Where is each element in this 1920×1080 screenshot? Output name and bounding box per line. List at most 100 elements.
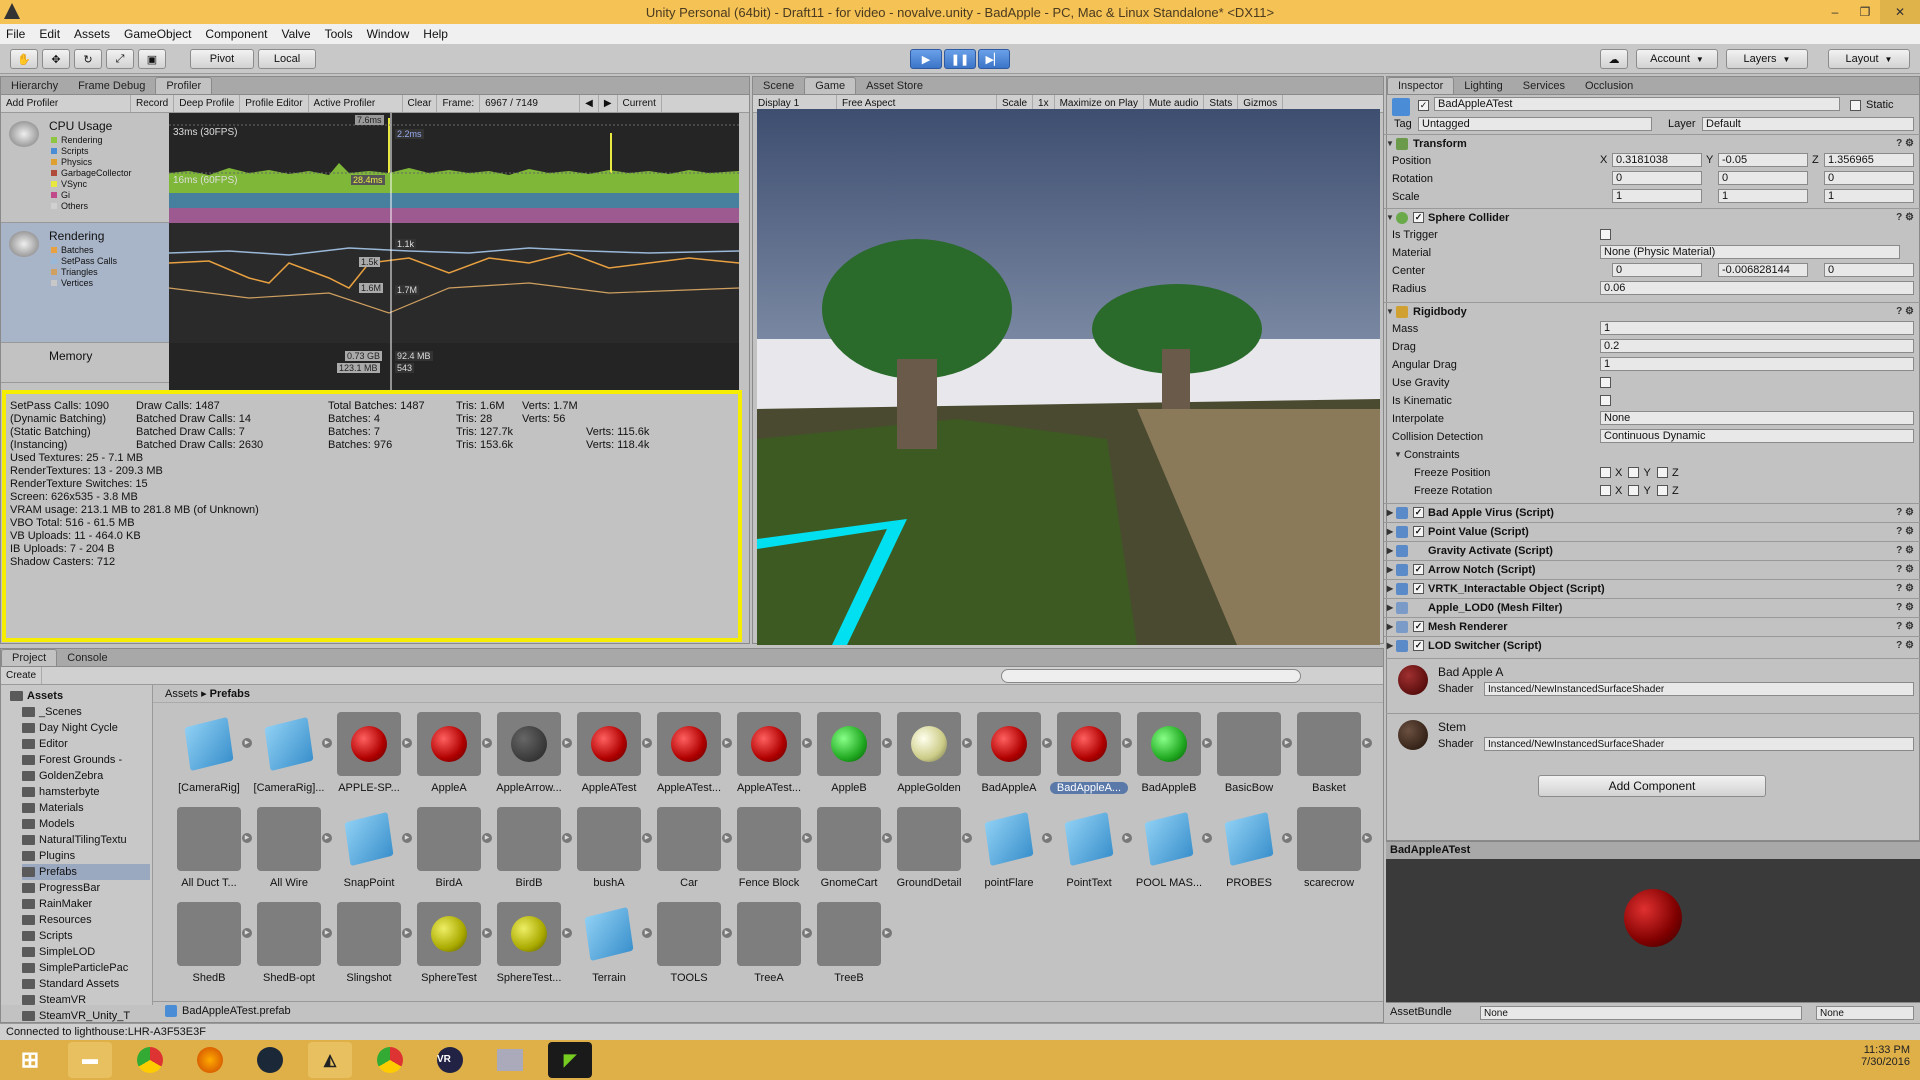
asset-item[interactable]: ▶ TreeA — [730, 898, 812, 990]
position-y-field[interactable]: -0.05 — [1718, 153, 1808, 167]
vr-icon[interactable]: VR — [428, 1042, 472, 1078]
is-trigger-checkbox[interactable] — [1600, 229, 1611, 240]
rotation-z-field[interactable]: 0 — [1824, 171, 1914, 185]
freeze-rotation-checkboxes[interactable]: X Y Z — [1600, 482, 1679, 499]
tree-folder-naturaltilingtextu[interactable]: NaturalTilingTextu — [22, 832, 127, 848]
play-button[interactable]: ▶ — [910, 49, 942, 69]
mesh-renderer-header[interactable]: ▶ ✓ Mesh Renderer? ⚙ — [1384, 617, 1920, 635]
close-button[interactable]: ✕ — [1880, 0, 1920, 24]
material-stem[interactable]: Stem Shader Instanced/NewInstancedSurfac… — [1386, 713, 1920, 765]
scale-x-field[interactable]: 1 — [1612, 189, 1702, 203]
app-icon[interactable] — [488, 1042, 532, 1078]
file-explorer-icon[interactable]: ▬ — [68, 1042, 112, 1078]
tab-project[interactable]: Project — [1, 649, 58, 666]
tree-folder-resources[interactable]: Resources — [22, 912, 92, 928]
asset-item[interactable]: ▶ BasicBow — [1210, 708, 1292, 800]
clear-button[interactable]: Clear — [403, 95, 438, 112]
maximize-button[interactable]: ❐ — [1850, 0, 1880, 24]
asset-item[interactable]: ▶ AppleATest... — [730, 708, 812, 800]
asset-item[interactable]: ▶ GnomeCart — [810, 803, 892, 895]
tree-folder-hamsterbyte[interactable]: hamsterbyte — [22, 784, 100, 800]
constraints-label[interactable]: ▼ Constraints — [1392, 446, 1460, 463]
asset-item[interactable]: ▶ AppleA — [410, 708, 492, 800]
component-menu-icon[interactable]: ? ⚙ — [1896, 138, 1914, 149]
tree-folder-prefabs[interactable]: Prefabs — [22, 864, 150, 880]
menu-component[interactable]: Component — [205, 27, 267, 41]
rotation-x-field[interactable]: 0 — [1612, 171, 1702, 185]
breadcrumb-prefabs[interactable]: Prefabs — [210, 688, 250, 700]
tree-folder-standard-assets[interactable]: Standard Assets — [22, 976, 119, 992]
rect-tool-icon[interactable]: ▣ — [138, 49, 166, 69]
rendering-category[interactable]: Rendering Batches SetPass Calls Triangle… — [1, 223, 169, 343]
prev-frame-button[interactable]: ◀ — [580, 95, 599, 112]
asset-item[interactable]: ▶ AppleATest — [570, 708, 652, 800]
mesh-filter-header[interactable]: ▶ Apple_LOD0 (Mesh Filter)? ⚙ — [1384, 598, 1920, 616]
tree-folder-forest-grounds-[interactable]: Forest Grounds - — [22, 752, 122, 768]
firefox-icon[interactable] — [188, 1042, 232, 1078]
menu-file[interactable]: File — [6, 27, 25, 41]
tree-folder-materials[interactable]: Materials — [22, 800, 84, 816]
cpu-usage-category[interactable]: CPU Usage Rendering Scripts Physics Garb… — [1, 113, 169, 223]
script-header-bad-apple-virus[interactable]: ▶ ✓ Bad Apple Virus (Script)? ⚙ — [1384, 503, 1920, 521]
asset-item[interactable]: ▶ PROBES — [1210, 803, 1292, 895]
radius-field[interactable]: 0.06 — [1600, 281, 1914, 295]
asset-item[interactable]: ▶ pointFlare — [970, 803, 1052, 895]
script-header-gravity-activate[interactable]: ▶ Gravity Activate (Script)? ⚙ — [1384, 541, 1920, 559]
menu-tools[interactable]: Tools — [325, 27, 353, 41]
asset-item[interactable]: ▶ PointText — [1050, 803, 1132, 895]
breadcrumb-assets[interactable]: Assets — [165, 688, 198, 700]
transform-header[interactable]: ▼ Transform? ⚙ — [1384, 134, 1920, 152]
tree-folder-simplelod[interactable]: SimpleLOD — [22, 944, 95, 960]
asset-item[interactable]: ▶ ShedB-opt — [250, 898, 332, 990]
asset-item[interactable]: ▶ Basket — [1290, 708, 1372, 800]
tab-profiler[interactable]: Profiler — [155, 77, 213, 94]
chrome-alt-icon[interactable] — [368, 1042, 412, 1078]
asset-item[interactable]: ▶ [CameraRig] — [170, 708, 252, 800]
active-checkbox[interactable]: ✓ — [1418, 100, 1429, 111]
tab-lighting[interactable]: Lighting — [1454, 77, 1513, 94]
asset-item[interactable]: ▶ AppleB — [810, 708, 892, 800]
interpolate-dropdown[interactable]: None — [1600, 411, 1914, 425]
asset-item[interactable]: ▶ All Wire — [250, 803, 332, 895]
asset-item[interactable]: ▶ BirdB — [490, 803, 572, 895]
angular-drag-field[interactable]: 1 — [1600, 357, 1914, 371]
tab-inspector[interactable]: Inspector — [1387, 77, 1455, 94]
layout-dropdown[interactable]: Layout ▼ — [1828, 49, 1910, 69]
tree-folder--scenes[interactable]: _Scenes — [22, 704, 82, 720]
expand-prefab-icon[interactable]: ▶ — [1362, 833, 1372, 843]
asset-item[interactable]: ▶ BadAppleA — [970, 708, 1052, 800]
profile-editor-button[interactable]: Profile Editor — [240, 95, 309, 112]
asset-item[interactable]: ▶ AppleGolden — [890, 708, 972, 800]
asset-item[interactable]: ▶ TreeB — [810, 898, 892, 990]
center-y-field[interactable]: -0.006828144 — [1718, 263, 1808, 277]
asset-item[interactable]: ▶ POOL MAS... — [1130, 803, 1212, 895]
step-button[interactable]: ▶▏ — [978, 49, 1010, 69]
asset-item[interactable]: ▶ SnapPoint — [330, 803, 412, 895]
current-frame-button[interactable]: Current — [618, 95, 662, 112]
tree-folder-scripts[interactable]: Scripts — [22, 928, 73, 944]
tree-folder-steamvr-unity-t[interactable]: SteamVR_Unity_T — [22, 1008, 130, 1024]
asset-item[interactable]: ▶ All Duct T... — [170, 803, 252, 895]
tree-folder-models[interactable]: Models — [22, 816, 74, 832]
local-toggle[interactable]: Local — [258, 49, 316, 69]
tree-folder-steamvr[interactable]: SteamVR — [22, 992, 86, 1008]
tab-asset-store[interactable]: Asset Store — [856, 77, 933, 94]
menu-window[interactable]: Window — [367, 27, 410, 41]
active-profiler-dropdown[interactable]: Active Profiler — [309, 95, 403, 112]
material-bad-apple-a[interactable]: Bad Apple A Shader Instanced/NewInstance… — [1386, 658, 1920, 710]
rotate-tool-icon[interactable]: ↻ — [74, 49, 102, 69]
deep-profile-button[interactable]: Deep Profile — [174, 95, 241, 112]
asset-item[interactable]: ▶ BadAppleA... — [1050, 708, 1132, 800]
layer-dropdown[interactable]: Default — [1702, 117, 1914, 131]
pause-button[interactable]: ❚❚ — [944, 49, 976, 69]
tab-hierarchy[interactable]: Hierarchy — [1, 77, 68, 94]
asset-item[interactable]: ▶ BirdA — [410, 803, 492, 895]
project-search-input[interactable] — [1001, 669, 1301, 683]
preview-area[interactable] — [1386, 859, 1920, 1002]
layers-dropdown[interactable]: Layers ▼ — [1726, 49, 1808, 69]
tree-folder-simpleparticlepac[interactable]: SimpleParticlePac — [22, 960, 128, 976]
tree-folder-rainmaker[interactable]: RainMaker — [22, 896, 92, 912]
script-header-arrow-notch[interactable]: ▶ ✓ Arrow Notch (Script)? ⚙ — [1384, 560, 1920, 578]
scale-tool-icon[interactable]: ⤢ — [106, 49, 134, 69]
asset-item[interactable]: ▶ SphereTest... — [490, 898, 572, 990]
